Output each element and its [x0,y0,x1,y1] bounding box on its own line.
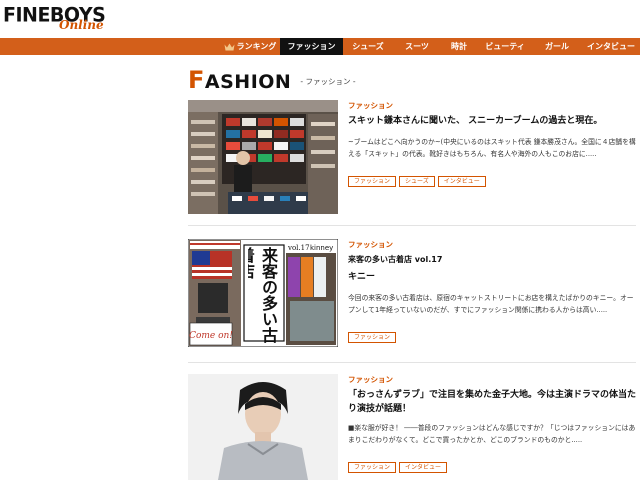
nav-item-label: ランキング [236,42,277,51]
divider [188,362,636,363]
logo-sub-text: Online [59,18,104,32]
article-excerpt: 今回の来客の多い古着店は、原宿のキャットストリートにお店を構えたばかりのキニー。… [348,294,634,314]
sneaker-shop-image [188,100,338,214]
nav-item-label: シューズ [352,42,384,51]
nav-item-label: 時計 [451,42,467,51]
article-card[interactable]: ファッション スキット鎌本さんに聞いた、 スニーカーブームの過去と現在。 ~ブー… [188,100,636,215]
nav-item-fashion[interactable]: ファッション [280,38,343,55]
nav-item-girl[interactable]: ガール [535,38,579,55]
article-excerpt: ~ブームはどこへ向かうのか~(中央にいるのはスキット代表 鎌本勝茂さん。全国に４… [348,138,636,158]
article-tags: ファッション [348,324,636,343]
tag[interactable]: インタビュー [437,176,486,187]
nav-item-ranking[interactable]: ランキング [222,38,278,55]
article-thumbnail[interactable]: Come on! vol.17 kinney 来客の多い古着店 [188,239,338,347]
article-title[interactable]: スキット鎌本さんに聞いた、 スニーカーブームの過去と現在。 [348,114,636,128]
article-category[interactable]: ファッション [348,374,636,385]
nav-item-interview[interactable]: インタビュー [583,38,639,55]
portrait-image [188,374,338,480]
thumb-badge: Come on! [189,331,233,341]
main-nav: ランキング ファッション シューズ スーツ 時計 ビューティ ガール インタビュ… [0,38,640,55]
section-title-initial: F [188,66,205,94]
nav-item-label: スーツ [405,42,429,51]
article-category[interactable]: ファッション [348,100,636,111]
article-card[interactable]: ファッション 「おっさんずラブ」で注目を集めた金子大地。今は主演ドラマの体当たり… [188,374,636,480]
nav-item-shoes[interactable]: シューズ [343,38,393,55]
tag[interactable]: ファッション [348,332,397,343]
divider [188,225,636,226]
tag[interactable]: シューズ [399,176,435,187]
nav-item-suits[interactable]: スーツ [395,38,439,55]
article-title[interactable]: 「おっさんずラブ」で注目を集めた金子大地。今は主演ドラマの体当たり演技が話題！ [348,388,636,416]
nav-item-beauty[interactable]: ビューティ [479,38,531,55]
thumb-vol: vol.17 [287,244,310,252]
article-body: ファッション 来客の多い古着店 vol.17 キニー 今回の来客の多い古着店は、… [348,239,636,343]
section-subtitle: - ファッション - [300,77,356,86]
article-thumbnail[interactable] [188,100,338,214]
article-category[interactable]: ファッション [348,239,636,250]
section-title: FASHION - ファッション - [188,66,356,94]
nav-item-label: ファッション [287,42,336,51]
article-thumbnail[interactable] [188,374,338,480]
article-card[interactable]: Come on! vol.17 kinney 来客の多い古着店 ファッション 来… [188,239,636,349]
article-subtitle[interactable]: キニー [348,270,636,284]
article-title[interactable]: 来客の多い古着店 vol.17 [348,254,636,266]
article-tags: ファッション シューズ インタビュー [348,168,636,187]
nav-item-label: ガール [545,42,569,51]
nav-item-label: インタビュー [587,42,635,51]
section-title-rest: ASHION [204,71,292,93]
article-body: ファッション 「おっさんずラブ」で注目を集めた金子大地。今は主演ドラマの体当たり… [348,374,636,473]
article-excerpt: ■楽な服が好き！ ――普段のファッションはどんな感じですか？「じつはファッション… [348,424,636,444]
tag[interactable]: インタビュー [399,462,448,473]
tag[interactable]: ファッション [348,462,397,473]
thumb-main-title: 来客の多い古着店 [248,247,278,343]
article-tags: ファッション インタビュー [348,454,636,473]
thumb-brand: kinney [310,244,333,252]
nav-item-label: ビューティ [485,42,525,51]
crown-icon [224,43,235,50]
tag[interactable]: ファッション [348,176,397,187]
section-title-main: FASHION [188,66,292,94]
article-body: ファッション スキット鎌本さんに聞いた、 スニーカーブームの過去と現在。 ~ブー… [348,100,636,187]
nav-item-watch[interactable]: 時計 [441,38,477,55]
site-header: FINEBOYS Online [0,0,640,38]
